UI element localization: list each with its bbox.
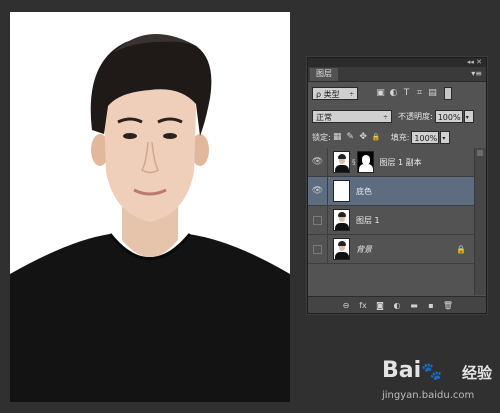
paw-icon: 🐾 bbox=[421, 362, 443, 382]
layers-panel: ◂◂ ✕ 图层 ▾≡ ρ 类型 ÷ ▣ ◐ T ⌗ ▤ 正常 ÷ 不透明度: 1… bbox=[307, 57, 487, 314]
mask-link-icon[interactable]: § bbox=[352, 158, 356, 166]
lock-pixels-icon[interactable]: ✎ bbox=[344, 132, 357, 142]
tab-layers[interactable]: 图层 bbox=[310, 68, 338, 81]
blend-mode-select[interactable]: 正常 ÷ bbox=[312, 109, 392, 123]
layer-name: 图层 1 副本 bbox=[379, 157, 422, 167]
watermark-url: jingyan.baidu.com bbox=[382, 390, 475, 401]
lock-transparency-icon[interactable]: ▦ bbox=[331, 132, 344, 142]
layer-thumbnail bbox=[333, 209, 350, 231]
lock-all-icon[interactable]: 🔒 bbox=[370, 133, 383, 141]
photoshop-workspace: ◂◂ ✕ 图层 ▾≡ ρ 类型 ÷ ▣ ◐ T ⌗ ▤ 正常 ÷ 不透明度: 1… bbox=[0, 0, 500, 413]
watermark-jingyan-text: 经验 bbox=[462, 364, 493, 382]
filter-kind-label: ρ 类型 bbox=[316, 89, 340, 99]
layer-name: 底色 bbox=[356, 186, 372, 196]
opacity-arrow-icon[interactable]: ▾ bbox=[463, 109, 474, 123]
layer-thumbnail bbox=[333, 180, 350, 202]
filter-kind-select[interactable]: ρ 类型 ÷ bbox=[312, 86, 358, 100]
watermark-logo: Bai🐾 bbox=[382, 358, 442, 383]
layer-mask-thumbnail[interactable] bbox=[356, 151, 374, 173]
visibility-toggle[interactable] bbox=[308, 206, 328, 234]
fill-input[interactable]: 100% bbox=[411, 130, 440, 144]
portrait-photo bbox=[10, 12, 290, 402]
lock-row: 锁定: ▦ ✎ ✥ 🔒 填充: 100% ▾ bbox=[308, 127, 486, 147]
panel-menu-icon[interactable]: ▾≡ bbox=[471, 69, 482, 78]
filter-row: ρ 类型 ÷ ▣ ◐ T ⌗ ▤ bbox=[308, 83, 486, 103]
panel-tab-row: 图层 ▾≡ bbox=[308, 67, 486, 82]
adjustment-filter-icon[interactable]: ◐ bbox=[387, 88, 400, 98]
type-filter-icon[interactable]: T bbox=[400, 88, 413, 98]
adjustment-layer-icon[interactable]: ◐ bbox=[391, 301, 404, 310]
layer-thumbnail bbox=[333, 151, 350, 173]
document-canvas[interactable] bbox=[10, 12, 290, 402]
shape-filter-icon[interactable]: ⌗ bbox=[413, 88, 426, 98]
filter-toggle-switch[interactable] bbox=[444, 86, 452, 100]
layer-name: 图层 1 bbox=[356, 215, 380, 225]
lock-label: 锁定: bbox=[312, 132, 331, 142]
layer-lock-icon: 🔒 bbox=[456, 244, 466, 254]
layer-thumbnail bbox=[333, 238, 350, 260]
blend-row: 正常 ÷ 不透明度: 100% ▾ bbox=[308, 106, 486, 126]
layer-row-background[interactable]: 背景 🔒 bbox=[308, 235, 474, 264]
add-mask-icon[interactable]: ◙ bbox=[374, 301, 387, 310]
opacity-input[interactable]: 100% bbox=[434, 109, 463, 123]
watermark-logo-text: Bai bbox=[382, 358, 422, 383]
layer-row-base-color[interactable]: 👁 底色 bbox=[308, 177, 474, 206]
fill-arrow-icon[interactable]: ▾ bbox=[440, 130, 451, 144]
collapse-icon[interactable]: ◂◂ ✕ bbox=[467, 58, 482, 67]
panel-bottom-bar: ⊖ fx ◙ ◐ ▬ ▪ 🗑 bbox=[308, 296, 486, 313]
visibility-eye-icon[interactable]: 👁 bbox=[308, 177, 328, 205]
layer-row-copy[interactable]: 👁 § 图层 1 副本 bbox=[308, 148, 474, 177]
visibility-toggle[interactable] bbox=[308, 235, 328, 263]
visibility-eye-icon[interactable]: 👁 bbox=[308, 148, 328, 176]
lock-position-icon[interactable]: ✥ bbox=[357, 132, 370, 142]
dropdown-arrow-icon: ÷ bbox=[382, 113, 388, 121]
layer-row-layer1[interactable]: 图层 1 bbox=[308, 206, 474, 235]
layers-list: 👁 § 图层 1 副本 👁 底色 图层 1 背景 🔒 bbox=[308, 148, 486, 295]
image-filter-icon[interactable]: ▣ bbox=[374, 88, 387, 98]
fill-label: 填充: bbox=[390, 132, 410, 142]
link-layers-icon[interactable]: ⊖ bbox=[340, 301, 353, 310]
opacity-label: 不透明度: bbox=[398, 111, 433, 121]
layers-scrollbar[interactable] bbox=[474, 148, 486, 295]
fx-icon[interactable]: fx bbox=[357, 301, 370, 310]
new-group-icon[interactable]: ▬ bbox=[408, 301, 421, 310]
new-layer-icon[interactable]: ▪ bbox=[425, 301, 438, 310]
layer-name: 背景 bbox=[356, 244, 372, 254]
delete-layer-icon[interactable]: 🗑 bbox=[442, 301, 455, 310]
baidu-jingyan-watermark: Bai🐾 经验 jingyan.baidu.com bbox=[382, 358, 497, 408]
panel-titlebar[interactable]: ◂◂ ✕ bbox=[308, 58, 486, 67]
smart-object-filter-icon[interactable]: ▤ bbox=[426, 88, 439, 98]
dropdown-arrow-icon: ÷ bbox=[348, 90, 354, 98]
scrollbar-thumb[interactable] bbox=[477, 150, 483, 156]
blend-mode-value: 正常 bbox=[316, 112, 332, 122]
